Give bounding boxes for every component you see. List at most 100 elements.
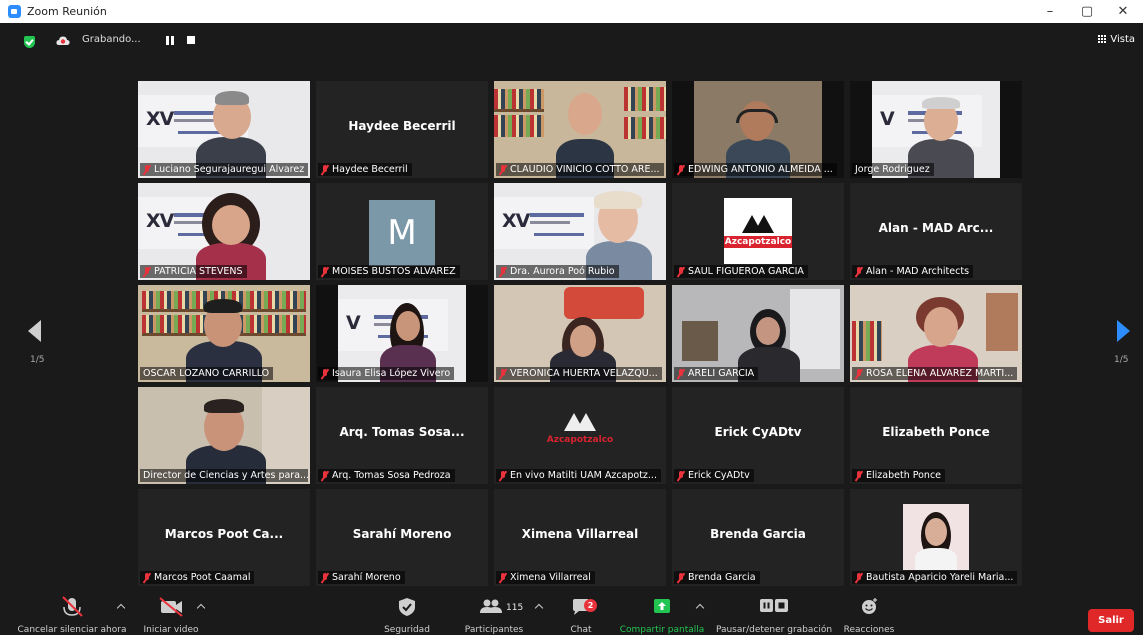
participant-tile[interactable]: M MOISES BUSTOS ALVAREZ (316, 183, 488, 280)
participant-name: Marcos Poot Caamal (154, 572, 251, 583)
muted-mic-icon (321, 164, 329, 175)
uam-logo: Azcapotzalco (724, 198, 792, 264)
security-shield-icon[interactable] (24, 36, 35, 48)
participant-tile[interactable]: Director de Ciencias y Artes para... (138, 387, 310, 484)
participant-tile[interactable]: Sarahí Moreno Sarahí Moreno (316, 489, 488, 586)
participant-display-name: Arq. Tomas Sosa... (339, 425, 465, 439)
reactions-label: Reacciones (843, 625, 895, 635)
next-page-arrow-icon[interactable] (1117, 320, 1131, 342)
participant-tile[interactable]: Ximena Villarreal Ximena Villarreal (494, 489, 666, 586)
participants-options-chevron-icon[interactable] (534, 603, 544, 613)
muted-mic-icon (499, 266, 507, 277)
participants-count: 115 (506, 603, 524, 613)
chat-label: Chat (570, 625, 592, 635)
participant-tile[interactable]: Brenda Garcia Brenda Garcia (672, 489, 844, 586)
participant-tile[interactable]: CLAUDIO VINICIO COTTO ARE... (494, 81, 666, 178)
participant-name: En vivo Matilti UAM Azcapotz... (510, 470, 657, 481)
muted-mic-icon (499, 572, 507, 583)
participant-tile[interactable]: V Isaura Elisa López Vivero (316, 285, 488, 382)
participant-name: Jorge Rodriguez (855, 164, 930, 175)
muted-mic-icon (677, 572, 685, 583)
participant-display-name: Elizabeth Ponce (882, 425, 990, 439)
page-indicator-right: 1/5 (1114, 355, 1129, 365)
window-title: Zoom Reunión (27, 5, 107, 18)
uam-logo-icon (738, 214, 778, 233)
participant-name: PATRICIA STEVENS (154, 266, 243, 277)
participant-name: Bautista Aparicio Yareli Maria... (866, 572, 1014, 583)
muted-microphone-icon (62, 596, 83, 617)
participant-tile[interactable]: Marcos Poot Ca... Marcos Poot Caamal (138, 489, 310, 586)
meeting-toolbar: Cancelar silenciar ahora Iniciar video S… (0, 595, 1143, 635)
participant-tile[interactable]: Erick CyADtv Erick CyADtv (672, 387, 844, 484)
participant-name: ROSA ELENA ALVAREZ MARTI... (866, 368, 1014, 379)
participant-tile[interactable]: ROSA ELENA ALVAREZ MARTI... (850, 285, 1022, 382)
muted-mic-icon (143, 266, 151, 277)
participant-tile-active-speaker[interactable]: OSCAR LOZANO CARRILLO (138, 285, 310, 382)
participant-name: CLAUDIO VINICIO COTTO ARE... (510, 164, 660, 175)
grid-view-icon (1098, 35, 1107, 44)
reactions-button[interactable]: Reacciones (842, 595, 896, 635)
participant-name: VERONICA HUERTA VELAZQU... (510, 368, 658, 379)
participants-label: Participantes (464, 625, 524, 635)
participant-display-name: Erick CyADtv (714, 425, 802, 439)
muted-mic-icon (321, 470, 329, 481)
pause-recording-icon[interactable] (166, 36, 174, 45)
participant-tile[interactable]: Azcapotzalco En vivo Matilti UAM Azcapot… (494, 387, 666, 484)
muted-mic-icon (677, 368, 685, 379)
view-button[interactable]: Vista (1098, 34, 1135, 45)
start-video-button[interactable]: Iniciar video (143, 595, 199, 635)
restore-button[interactable]: ▢ (1071, 0, 1103, 23)
minimize-button[interactable]: – (1034, 0, 1066, 23)
pause-stop-recording-button[interactable]: Pausar/detener grabación (716, 595, 832, 635)
participant-tile[interactable]: Arq. Tomas Sosa... Arq. Tomas Sosa Pedro… (316, 387, 488, 484)
close-button[interactable]: ✕ (1107, 0, 1139, 23)
participant-tile[interactable]: VERONICA HUERTA VELAZQU... (494, 285, 666, 382)
muted-mic-icon (321, 368, 329, 379)
previous-page-arrow-icon[interactable] (28, 320, 42, 342)
participant-tile[interactable]: ARELI GARCIA (672, 285, 844, 382)
participant-display-name: Brenda Garcia (710, 527, 806, 541)
participant-name: Sarahí Moreno (332, 572, 401, 583)
participant-tile[interactable]: Alan - MAD Arc... Alan - MAD Architects (850, 183, 1022, 280)
meeting-topbar: Grabando... Vista (0, 23, 1143, 59)
muted-mic-icon (321, 266, 329, 277)
participant-tile[interactable]: V Jorge Rodriguez (850, 81, 1022, 178)
participant-name: MOISES BUSTOS ALVAREZ (332, 266, 456, 277)
participant-display-name: Marcos Poot Ca... (164, 527, 284, 541)
participant-name: Luciano Segurajauregui Alvarez (154, 164, 305, 175)
participant-tile[interactable]: Bautista Aparicio Yareli Maria... (850, 489, 1022, 586)
congress-banner: XV (494, 197, 594, 249)
share-screen-icon (654, 599, 670, 613)
participant-name: Haydee Becerril (332, 164, 408, 175)
muted-mic-icon (143, 572, 151, 583)
participant-tile[interactable]: Haydee Becerril Haydee Becerril (316, 81, 488, 178)
participant-avatar: M (369, 200, 435, 266)
recording-label: Grabando... (82, 34, 141, 45)
participant-tile[interactable]: Azcapotzalco SAUL FIGUEROA GARCIA (672, 183, 844, 280)
participant-name: EDWING ANTONIO ALMEIDA ... (688, 164, 833, 175)
participant-tile[interactable]: XV Luciano Segurajauregui Alvarez (138, 81, 310, 178)
leave-meeting-button[interactable]: Salir (1088, 609, 1134, 632)
participant-name: Erick CyADtv (688, 470, 750, 481)
uam-logo-icon (560, 412, 600, 431)
stop-recording-icon[interactable] (187, 36, 195, 44)
participants-button[interactable]: Participantes (464, 595, 524, 635)
muted-mic-icon (499, 164, 507, 175)
participant-name: OSCAR LOZANO CARRILLO (143, 368, 270, 379)
start-video-label: Iniciar video (143, 625, 199, 635)
muted-mic-icon (499, 368, 507, 379)
participant-tile[interactable]: EDWING ANTONIO ALMEIDA ... (672, 81, 844, 178)
muted-mic-icon (499, 470, 507, 481)
participant-display-name: Sarahí Moreno (352, 527, 452, 541)
muted-mic-icon (855, 572, 863, 583)
participant-tile[interactable]: Elizabeth Ponce Elizabeth Ponce (850, 387, 1022, 484)
unmute-button[interactable]: Cancelar silenciar ahora (18, 595, 126, 635)
page-indicator-left: 1/5 (30, 355, 45, 365)
security-button[interactable]: Seguridad (384, 595, 430, 635)
participant-tile[interactable]: XV Dra. Aurora Poó Rubio (494, 183, 666, 280)
participant-tile[interactable]: XV PATRICIA STEVENS (138, 183, 310, 280)
muted-mic-icon (677, 266, 685, 277)
muted-mic-icon (677, 470, 685, 481)
share-screen-button[interactable]: Compartir pantalla (620, 595, 704, 635)
participant-display-name: Ximena Villarreal (521, 527, 639, 541)
